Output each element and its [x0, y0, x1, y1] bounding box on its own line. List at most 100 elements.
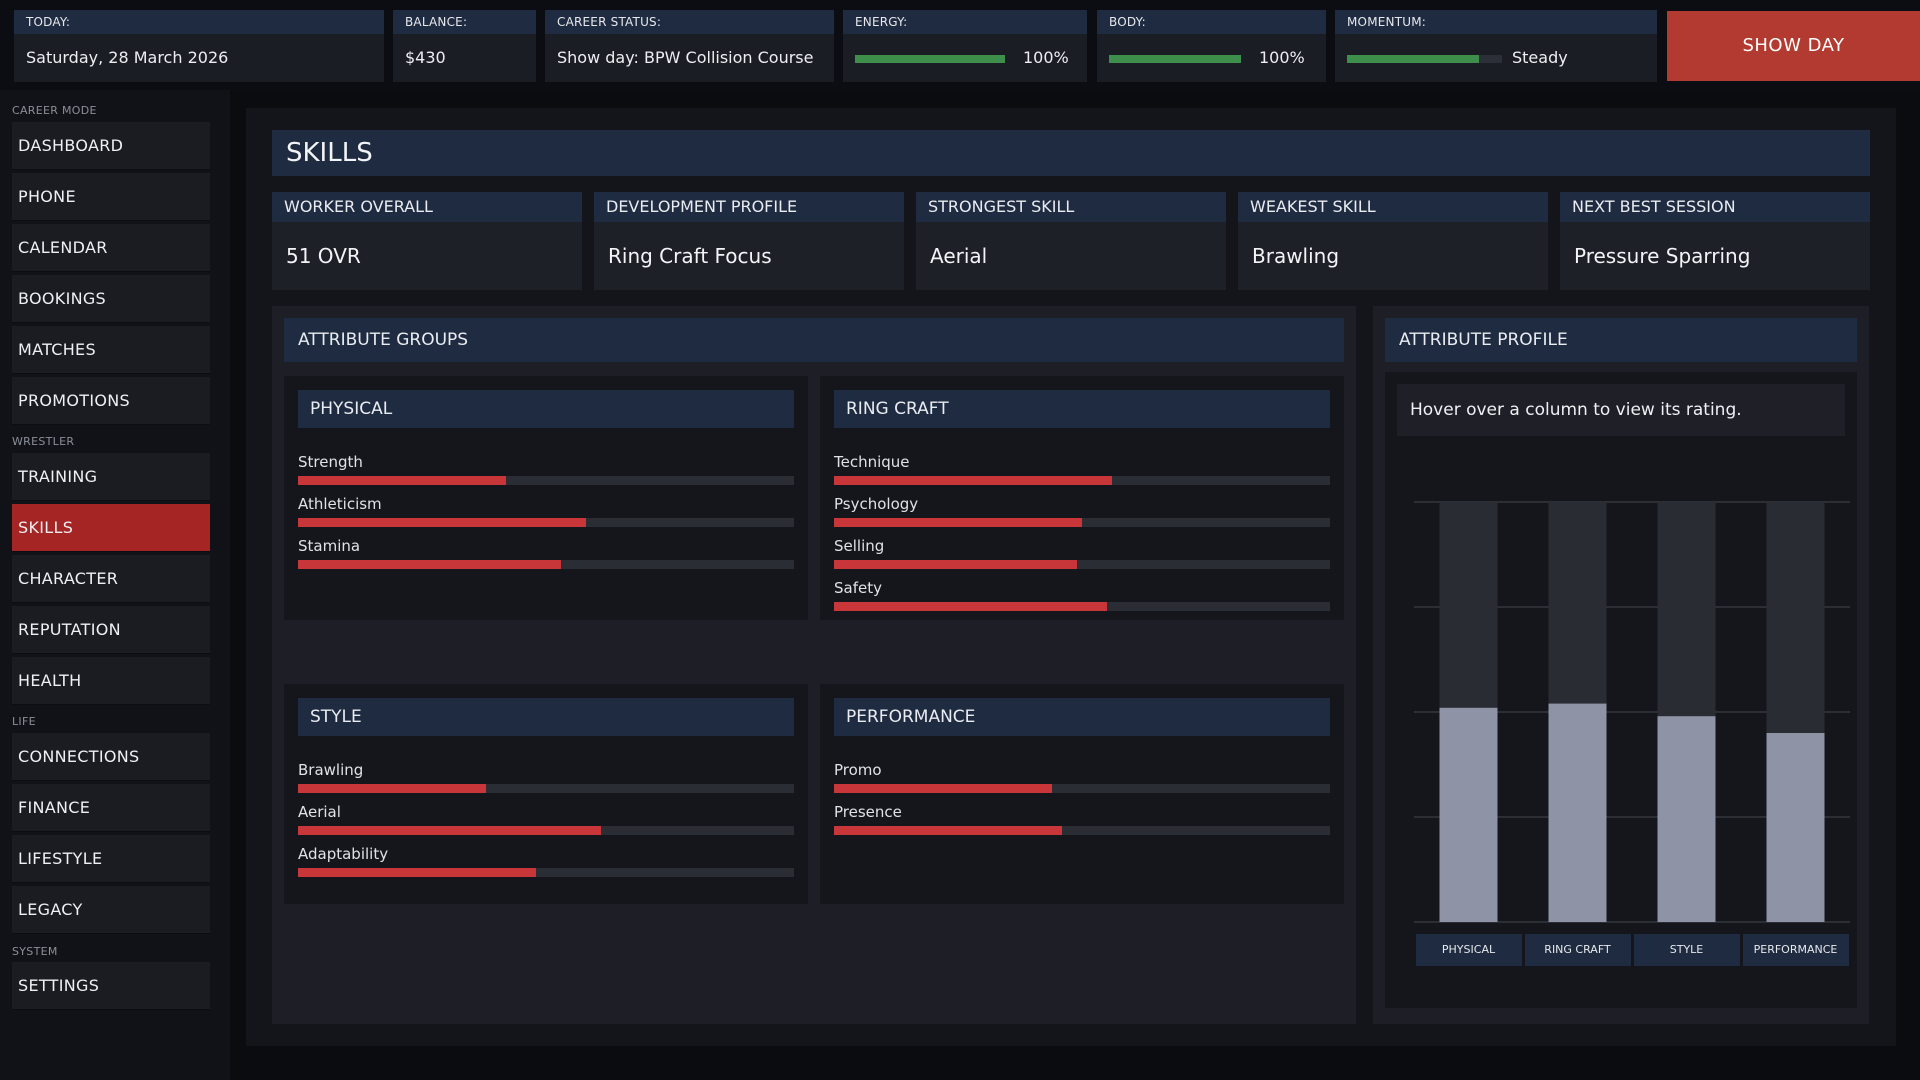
attr-label: Brawling — [298, 761, 364, 779]
attr-bar — [298, 826, 794, 835]
attr-safety: Safety — [834, 578, 1330, 620]
energy-stat: ENERGY: 100% — [843, 10, 1087, 82]
page-title: SKILLS — [272, 130, 1870, 176]
card-worker-overall: WORKER OVERALL 51 OVR — [272, 192, 582, 290]
section-label-wrestler: WRESTLER — [12, 435, 75, 448]
sidebar-item-lifestyle[interactable]: LIFESTYLE — [12, 835, 210, 883]
energy-meter — [855, 55, 1005, 63]
sidebar-item-promotions[interactable]: PROMOTIONS — [12, 377, 210, 425]
attr-bar — [298, 784, 794, 793]
section-label-life: LIFE — [12, 715, 36, 728]
attr-bar-fill — [298, 868, 537, 877]
attr-label: Strength — [298, 453, 363, 471]
attr-label: Adaptability — [298, 845, 389, 863]
sidebar-item-finance[interactable]: FINANCE — [12, 784, 210, 832]
attr-bar — [298, 476, 794, 485]
momentum-stat: MOMENTUM: Steady — [1335, 10, 1657, 82]
attr-label: Psychology — [834, 495, 919, 513]
card-value: Pressure Sparring — [1574, 244, 1751, 268]
sidebar-item-settings[interactable]: SETTINGS — [12, 962, 210, 1010]
bar-ring-craft[interactable] — [1548, 703, 1607, 922]
balance-value: $430 — [405, 48, 446, 67]
energy-value: 100% — [1023, 48, 1069, 67]
group-performance: PERFORMANCE Promo Presence — [820, 684, 1344, 904]
attr-aerial: Aerial — [298, 802, 794, 844]
bar-performance[interactable] — [1766, 733, 1825, 922]
attr-selling: Selling — [834, 536, 1330, 578]
attr-bar-fill — [834, 518, 1082, 527]
body-label: BODY: — [1097, 10, 1326, 34]
sidebar-item-matches[interactable]: MATCHES — [12, 326, 210, 374]
sidebar-item-training[interactable]: TRAINING — [12, 453, 210, 501]
card-value: Aerial — [930, 244, 988, 268]
attr-bar-fill — [834, 784, 1053, 793]
bar-physical[interactable] — [1439, 707, 1498, 922]
attr-bar-fill — [834, 560, 1078, 569]
group-title: PERFORMANCE — [834, 698, 1330, 736]
attr-bar — [298, 560, 794, 569]
attr-bar-fill — [298, 476, 507, 485]
attr-technique: Technique — [834, 452, 1330, 494]
attr-bar-fill — [298, 518, 586, 527]
card-label: WORKER OVERALL — [272, 192, 582, 222]
attr-label: Selling — [834, 537, 885, 555]
x-label-style: STYLE — [1633, 934, 1740, 966]
attr-bar — [834, 826, 1330, 835]
attr-psychology: Psychology — [834, 494, 1330, 536]
today-stat: TODAY: Saturday, 28 March 2026 — [14, 10, 384, 82]
attr-strength: Strength — [298, 452, 794, 494]
attr-bar-fill — [298, 784, 487, 793]
attr-bar — [834, 784, 1330, 793]
attr-label: Athleticism — [298, 495, 382, 513]
attribute-groups-title: ATTRIBUTE GROUPS — [284, 318, 1344, 362]
group-style: STYLE Brawling Aerial Adaptability — [284, 684, 808, 904]
sidebar-item-reputation[interactable]: REPUTATION — [12, 606, 210, 654]
card-value: Ring Craft Focus — [608, 244, 772, 268]
chart-hover-hint: Hover over a column to view its rating. — [1397, 384, 1845, 436]
sidebar-item-health[interactable]: HEALTH — [12, 657, 210, 705]
attr-bar — [834, 518, 1330, 527]
sidebar-item-calendar[interactable]: CALENDAR — [12, 224, 210, 272]
attr-label: Stamina — [298, 537, 361, 555]
momentum-label: MOMENTUM: — [1335, 10, 1657, 34]
sidebar-item-dashboard[interactable]: DASHBOARD — [12, 122, 210, 170]
attr-bar-fill — [298, 826, 601, 835]
balance-stat: BALANCE: $430 — [393, 10, 536, 82]
card-strongest-skill: STRONGEST SKILL Aerial — [916, 192, 1226, 290]
sidebar-item-bookings[interactable]: BOOKINGS — [12, 275, 210, 323]
sidebar-item-phone[interactable]: PHONE — [12, 173, 210, 221]
bar-style[interactable] — [1657, 716, 1716, 922]
card-label: DEVELOPMENT PROFILE — [594, 192, 904, 222]
group-title: STYLE — [298, 698, 794, 736]
attr-bar-fill — [834, 826, 1063, 835]
momentum-value: Steady — [1512, 48, 1568, 67]
card-label: WEAKEST SKILL — [1238, 192, 1548, 222]
attr-label: Presence — [834, 803, 902, 821]
attr-label: Aerial — [298, 803, 341, 821]
x-label-performance: PERFORMANCE — [1742, 934, 1849, 966]
show-day-button[interactable]: SHOW DAY — [1667, 11, 1920, 81]
career-status-value: Show day: BPW Collision Course — [557, 48, 814, 67]
group-physical: PHYSICAL Strength Athleticism Stamina — [284, 376, 808, 620]
sidebar-item-legacy[interactable]: LEGACY — [12, 886, 210, 934]
attribute-profile-chart — [1414, 501, 1850, 923]
sidebar-item-character[interactable]: CHARACTER — [12, 555, 210, 603]
attr-adaptability: Adaptability — [298, 844, 794, 886]
x-label-ring-craft: RING CRAFT — [1524, 934, 1631, 966]
sidebar-item-connections[interactable]: CONNECTIONS — [12, 733, 210, 781]
attr-promo: Promo — [834, 760, 1330, 802]
career-status-stat: CAREER STATUS: Show day: BPW Collision C… — [545, 10, 834, 82]
attr-bar — [298, 518, 794, 527]
card-weakest-skill: WEAKEST SKILL Brawling — [1238, 192, 1548, 290]
attr-bar-fill — [834, 602, 1107, 611]
sidebar-item-skills[interactable]: SKILLS — [12, 504, 210, 552]
sidebar: CAREER MODE DASHBOARD PHONE CALENDAR BOO… — [0, 90, 230, 1080]
card-next-best-session: NEXT BEST SESSION Pressure Sparring — [1560, 192, 1870, 290]
card-label: NEXT BEST SESSION — [1560, 192, 1870, 222]
attribute-profile-title: ATTRIBUTE PROFILE — [1385, 318, 1857, 362]
today-value: Saturday, 28 March 2026 — [26, 48, 229, 67]
body-meter-fill — [1109, 55, 1241, 63]
card-value: Brawling — [1252, 244, 1340, 268]
attr-label: Technique — [834, 453, 910, 471]
energy-label: ENERGY: — [843, 10, 1087, 34]
